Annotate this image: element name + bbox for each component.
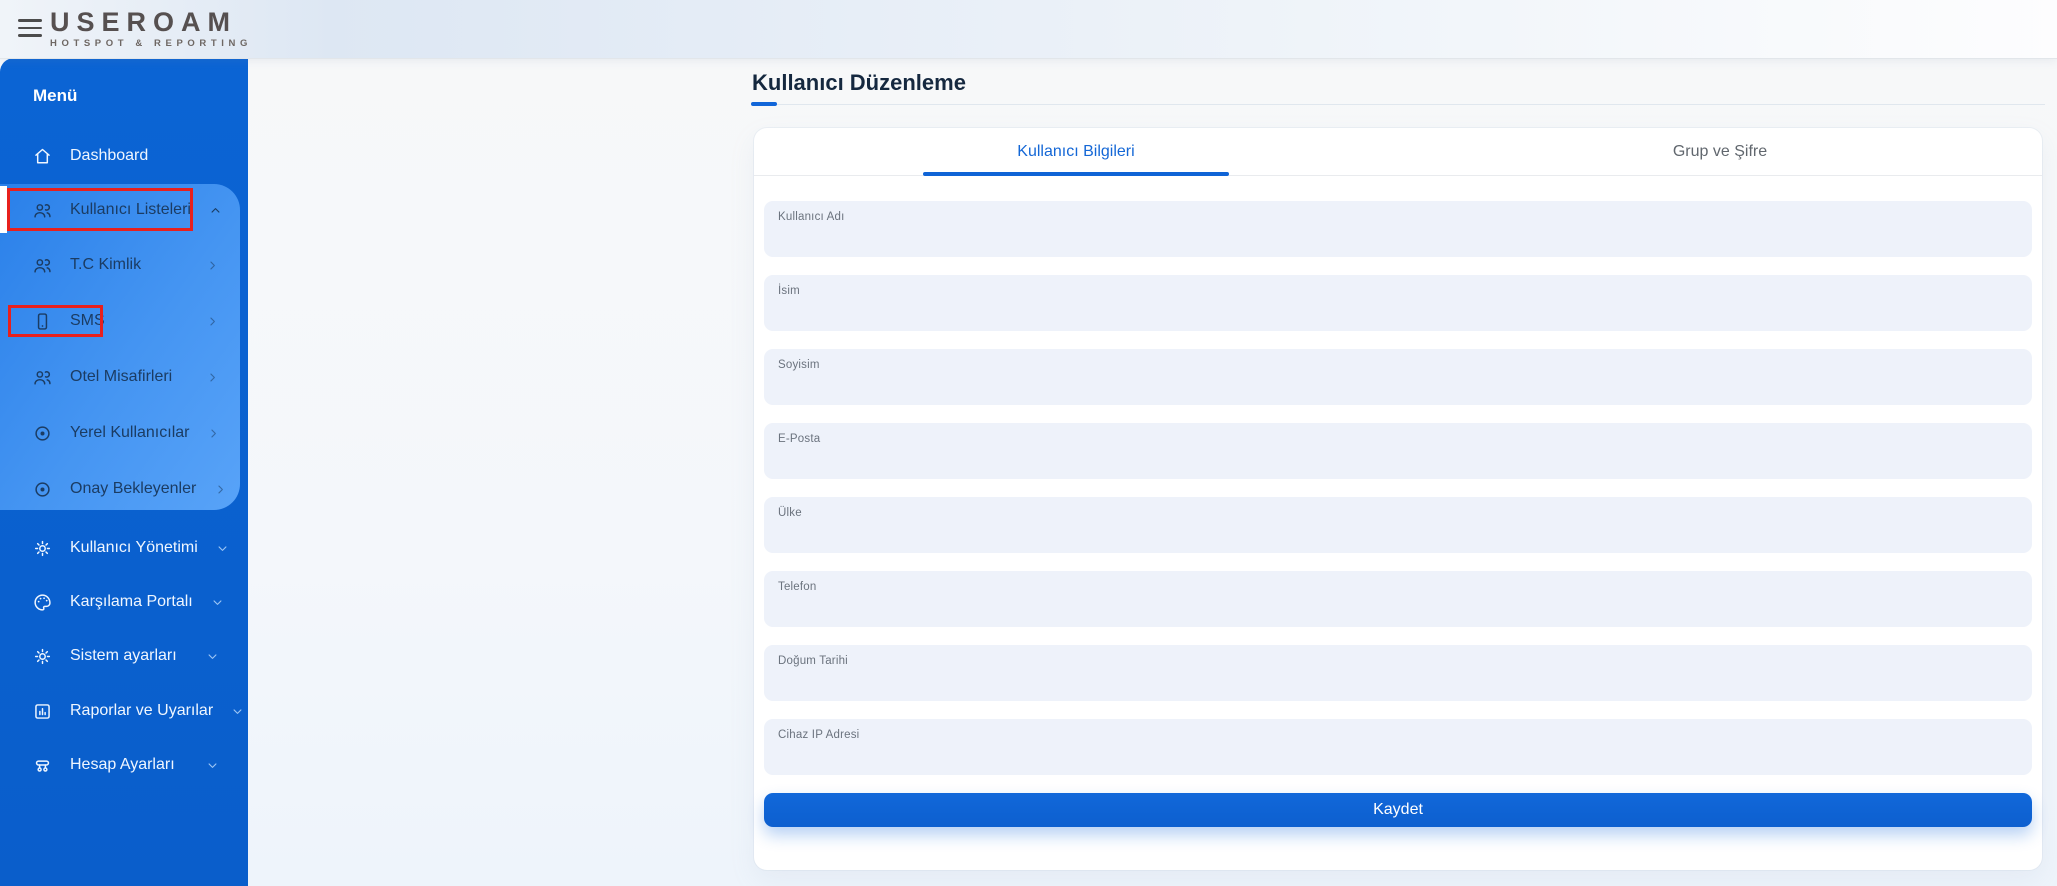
smartphone-icon [32, 311, 53, 332]
chevron-right-icon [206, 426, 221, 441]
soyisim-input[interactable] [778, 375, 2018, 399]
sidebar-item-dashboard[interactable]: Dashboard [0, 129, 240, 183]
sidebar-item-label: Yerel Kullanıcılar [70, 424, 189, 442]
sidebar-item-raporlar-ve-uyarilar[interactable]: Raporlar ve Uyarılar [0, 684, 240, 738]
field-label: Cihaz IP Adresi [778, 729, 859, 741]
sidebar-menu-header: Menü [33, 86, 77, 106]
ulke-input[interactable] [778, 523, 2018, 547]
gear-icon [32, 538, 53, 559]
brand-logo: USEROAM HOTSPOT & REPORTING [50, 9, 252, 49]
tab-kullanici-bilgileri[interactable]: Kullanıcı Bilgileri [754, 128, 1398, 175]
users-icon [32, 255, 53, 276]
field-eposta[interactable]: E-Posta [764, 423, 2032, 479]
topbar: USEROAM HOTSPOT & REPORTING [0, 0, 2057, 58]
sidebar-item-label: Kullanıcı Yönetimi [70, 539, 198, 557]
chevron-down-icon [215, 541, 230, 556]
field-soyisim[interactable]: Soyisim [764, 349, 2032, 405]
brand-name: USEROAM [50, 9, 252, 36]
tab-label: Grup ve Şifre [1673, 143, 1767, 161]
sidebar-item-label: Karşılama Portalı [70, 593, 193, 611]
hamburger-menu-icon[interactable] [18, 19, 42, 38]
chevron-down-icon [205, 649, 220, 664]
user-edit-card: Kullanıcı Bilgileri Grup ve Şifre Kullan… [754, 128, 2042, 870]
title-accent-dash [751, 102, 777, 106]
title-divider [752, 104, 2045, 105]
network-icon [32, 755, 53, 776]
page-title: Kullanıcı Düzenleme [752, 70, 966, 96]
cihaz-ip-adresi-input[interactable] [778, 745, 2018, 769]
sidebar-item-karsilama-portali[interactable]: Karşılama Portalı [0, 575, 240, 629]
tab-grup-ve-sifre[interactable]: Grup ve Şifre [1398, 128, 2042, 175]
chevron-down-icon [230, 704, 245, 719]
sidebar-item-otel-misafirleri[interactable]: Otel Misafirleri [0, 350, 240, 404]
chevron-right-icon [213, 482, 228, 497]
users-icon [32, 200, 53, 221]
main-content: Kullanıcı Düzenleme Kullanıcı Bilgileri … [248, 58, 2057, 886]
tab-label: Kullanıcı Bilgileri [1017, 143, 1134, 161]
app-window: USEROAM HOTSPOT & REPORTING Menü Dashboa… [0, 0, 2057, 886]
sidebar-item-kullanici-listeleri[interactable]: Kullanıcı Listeleri [0, 183, 240, 237]
field-dogum-tarihi[interactable]: Doğum Tarihi [764, 645, 2032, 701]
field-label: Kullanıcı Adı [778, 211, 845, 223]
sidebar-item-label: Dashboard [70, 147, 220, 165]
home-icon [32, 146, 53, 167]
sidebar-item-sms[interactable]: SMS [0, 294, 240, 348]
chevron-right-icon [205, 258, 220, 273]
chart-icon [32, 701, 53, 722]
annotation-highlight-strip [0, 186, 7, 233]
sidebar-item-hesap-ayarlari[interactable]: Hesap Ayarları [0, 738, 240, 792]
sidebar-item-label: Raporlar ve Uyarılar [70, 702, 213, 720]
field-label: Doğum Tarihi [778, 655, 848, 667]
sidebar-item-label: Otel Misafirleri [70, 368, 188, 386]
chevron-down-icon [205, 758, 220, 773]
eposta-input[interactable] [778, 449, 2018, 473]
sidebar-item-kullanici-yonetimi[interactable]: Kullanıcı Yönetimi [0, 521, 240, 575]
save-button[interactable]: Kaydet [764, 793, 2032, 827]
gear-icon [32, 646, 53, 667]
brand-tagline: HOTSPOT & REPORTING [50, 39, 252, 49]
sidebar-item-label: Onay Bekleyenler [70, 480, 196, 498]
sidebar-item-label: SMS [70, 312, 188, 330]
sidebar-item-yerel-kullanicilar[interactable]: Yerel Kullanıcılar [0, 406, 240, 460]
telefon-input[interactable] [778, 597, 2018, 621]
target-icon [32, 479, 53, 500]
field-cihaz-ip-adresi[interactable]: Cihaz IP Adresi [764, 719, 2032, 775]
sidebar-item-label: Hesap Ayarları [70, 756, 188, 774]
sidebar-item-tc-kimlik[interactable]: T.C Kimlik [0, 238, 240, 292]
sidebar-item-onay-bekleyenler[interactable]: Onay Bekleyenler [0, 462, 240, 516]
users-icon [32, 367, 53, 388]
sidebar-item-label: Sistem ayarları [70, 647, 188, 665]
chevron-down-icon [210, 595, 225, 610]
sidebar-item-sistem-ayarlari[interactable]: Sistem ayarları [0, 629, 240, 683]
tab-bar: Kullanıcı Bilgileri Grup ve Şifre [754, 128, 2042, 176]
target-icon [32, 423, 53, 444]
field-telefon[interactable]: Telefon [764, 571, 2032, 627]
field-label: Soyisim [778, 359, 820, 371]
dogum-tarihi-input[interactable] [778, 671, 2018, 695]
sidebar: Menü Dashboard Kullanıcı Listeleri T.C K… [0, 58, 248, 886]
field-kullanici-adi[interactable]: Kullanıcı Adı [764, 201, 2032, 257]
field-ulke[interactable]: Ülke [764, 497, 2032, 553]
field-label: Telefon [778, 581, 816, 593]
isim-input[interactable] [778, 301, 2018, 325]
field-isim[interactable]: İsim [764, 275, 2032, 331]
field-label: Ülke [778, 507, 802, 519]
kullanici-adi-input[interactable] [778, 227, 2018, 251]
sidebar-item-label: Kullanıcı Listeleri [70, 201, 191, 219]
chevron-up-icon [208, 203, 223, 218]
chevron-right-icon [205, 314, 220, 329]
field-label: İsim [778, 285, 800, 297]
chevron-right-icon [205, 370, 220, 385]
palette-icon [32, 592, 53, 613]
field-label: E-Posta [778, 433, 820, 445]
sidebar-item-label: T.C Kimlik [70, 256, 188, 274]
active-tab-underline [923, 172, 1229, 176]
